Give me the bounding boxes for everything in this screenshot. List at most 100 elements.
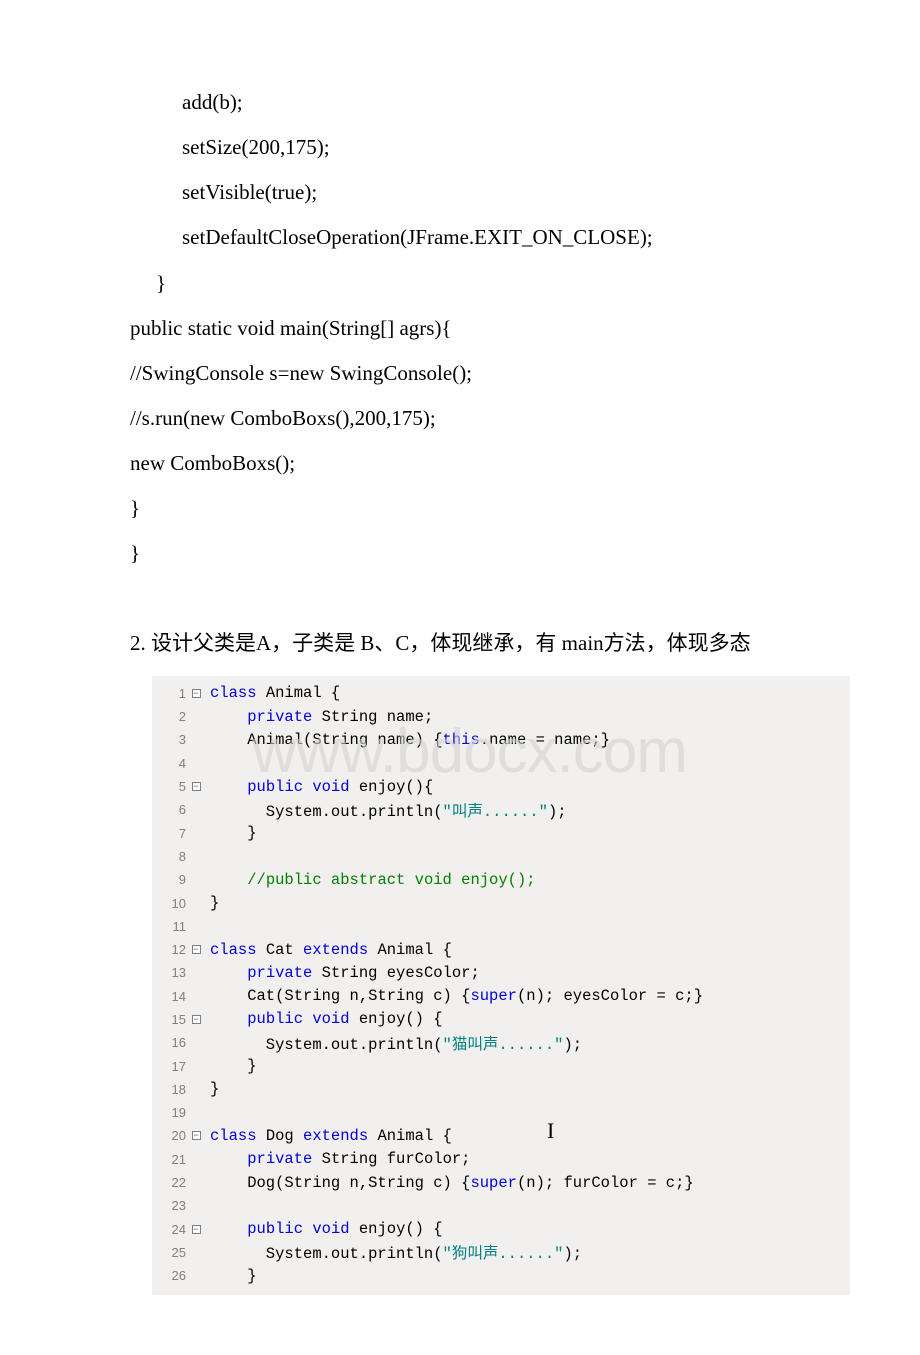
line-number: 2 — [152, 709, 190, 724]
line-number: 4 — [152, 756, 190, 771]
editor-line: 6 System.out.println("叫声......"); — [152, 798, 850, 821]
line-number: 22 — [152, 1175, 190, 1190]
editor-line: 10} — [152, 891, 850, 914]
question-2-text: 2. 设计父类是A，子类是 B、C，体现继承，有 main方法，体现多态 — [130, 621, 840, 666]
line-number: 8 — [152, 849, 190, 864]
editor-line: 7 } — [152, 821, 850, 844]
editor-line: 18} — [152, 1078, 850, 1101]
code-text: private String eyesColor; — [202, 964, 480, 982]
code-text: } — [202, 1267, 257, 1285]
code-snippet-top: add(b);setSize(200,175);setVisible(true)… — [130, 80, 840, 577]
line-number: 7 — [152, 826, 190, 841]
editor-line: 5− public void enjoy(){ — [152, 775, 850, 798]
code-text: System.out.println("叫声......"); — [202, 799, 567, 821]
code-line: //SwingConsole s=new SwingConsole(); — [130, 351, 840, 396]
line-number: 21 — [152, 1152, 190, 1167]
line-number: 26 — [152, 1268, 190, 1283]
code-text: System.out.println("狗叫声......"); — [202, 1241, 582, 1263]
code-line: setVisible(true); — [130, 170, 840, 215]
editor-line: 20−class Dog extends Animal { — [152, 1124, 850, 1147]
fold-gutter: − — [190, 1015, 202, 1024]
code-text: Cat(String n,String c) {super(n); eyesCo… — [202, 987, 703, 1005]
fold-minus-icon[interactable]: − — [192, 945, 201, 954]
editor-line: 2 private String name; — [152, 705, 850, 728]
line-number: 3 — [152, 732, 190, 747]
editor-screenshot: www.bdocx.com 1−class Animal {2 private … — [152, 676, 850, 1296]
fold-minus-icon[interactable]: − — [192, 782, 201, 791]
fold-minus-icon[interactable]: − — [192, 1225, 201, 1234]
fold-gutter: − — [190, 945, 202, 954]
editor-line: 12−class Cat extends Animal { — [152, 938, 850, 961]
line-number: 25 — [152, 1245, 190, 1260]
code-text: public void enjoy() { — [202, 1220, 443, 1238]
fold-gutter: − — [190, 1131, 202, 1140]
line-number: 23 — [152, 1198, 190, 1213]
line-number: 1 — [152, 686, 190, 701]
editor-line: 11 — [152, 915, 850, 938]
editor-line: 3 Animal(String name) {this.name = name;… — [152, 728, 850, 751]
fold-minus-icon[interactable]: − — [192, 689, 201, 698]
code-text: Animal(String name) {this.name = name;} — [202, 731, 610, 749]
line-number: 19 — [152, 1105, 190, 1120]
code-line: setSize(200,175); — [130, 125, 840, 170]
code-text: class Cat extends Animal { — [202, 941, 452, 959]
code-text: } — [202, 824, 257, 842]
editor-line: 15− public void enjoy() { — [152, 1008, 850, 1031]
code-line: public static void main(String[] agrs){ — [130, 306, 840, 351]
line-number: 15 — [152, 1012, 190, 1027]
line-number: 17 — [152, 1059, 190, 1074]
code-text: Dog(String n,String c) {super(n); furCol… — [202, 1174, 694, 1192]
editor-line: 17 } — [152, 1054, 850, 1077]
editor-line: 19 — [152, 1101, 850, 1124]
line-number: 12 — [152, 942, 190, 957]
code-text: } — [202, 894, 219, 912]
editor-line: 8 — [152, 845, 850, 868]
line-number: 14 — [152, 989, 190, 1004]
editor-line: 22 Dog(String n,String c) {super(n); fur… — [152, 1171, 850, 1194]
code-line: } — [130, 486, 840, 531]
fold-minus-icon[interactable]: − — [192, 1131, 201, 1140]
code-text: class Animal { — [202, 684, 340, 702]
code-line: //s.run(new ComboBoxs(),200,175); — [130, 396, 840, 441]
code-line: } — [130, 261, 840, 306]
editor-line: 13 private String eyesColor; — [152, 961, 850, 984]
code-text: System.out.println("猫叫声......"); — [202, 1032, 582, 1054]
editor-line: 26 } — [152, 1264, 850, 1287]
code-text: //public abstract void enjoy(); — [202, 871, 536, 889]
editor-line: 24− public void enjoy() { — [152, 1218, 850, 1241]
code-text: private String furColor; — [202, 1150, 470, 1168]
fold-gutter: − — [190, 1225, 202, 1234]
editor-line: 4 — [152, 752, 850, 775]
code-text: } — [202, 1057, 257, 1075]
code-text: class Dog extends Animal { — [202, 1127, 452, 1145]
code-text: } — [202, 1080, 219, 1098]
line-number: 24 — [152, 1222, 190, 1237]
code-line: add(b); — [130, 80, 840, 125]
document-content: add(b);setSize(200,175);setVisible(true)… — [0, 80, 920, 1295]
line-number: 10 — [152, 896, 190, 911]
fold-minus-icon[interactable]: − — [192, 1015, 201, 1024]
line-number: 5 — [152, 779, 190, 794]
code-text: public void enjoy(){ — [202, 778, 433, 796]
fold-gutter: − — [190, 689, 202, 698]
fold-gutter: − — [190, 782, 202, 791]
line-number: 13 — [152, 965, 190, 980]
line-number: 18 — [152, 1082, 190, 1097]
line-number: 16 — [152, 1035, 190, 1050]
editor-line: 1−class Animal { — [152, 682, 850, 705]
code-line: } — [130, 531, 840, 576]
editor-line: 9 //public abstract void enjoy(); — [152, 868, 850, 891]
line-number: 11 — [152, 919, 190, 934]
editor-line: 14 Cat(String n,String c) {super(n); eye… — [152, 985, 850, 1008]
code-text: private String name; — [202, 708, 433, 726]
line-number: 6 — [152, 802, 190, 817]
line-number: 9 — [152, 872, 190, 887]
code-text: public void enjoy() { — [202, 1010, 443, 1028]
editor-line: 23 — [152, 1194, 850, 1217]
editor-line: 21 private String furColor; — [152, 1148, 850, 1171]
editor-line: 25 System.out.println("狗叫声......"); — [152, 1241, 850, 1264]
code-line: setDefaultCloseOperation(JFrame.EXIT_ON_… — [130, 215, 840, 260]
editor-line: 16 System.out.println("猫叫声......"); — [152, 1031, 850, 1054]
code-line: new ComboBoxs(); — [130, 441, 840, 486]
line-number: 20 — [152, 1128, 190, 1143]
